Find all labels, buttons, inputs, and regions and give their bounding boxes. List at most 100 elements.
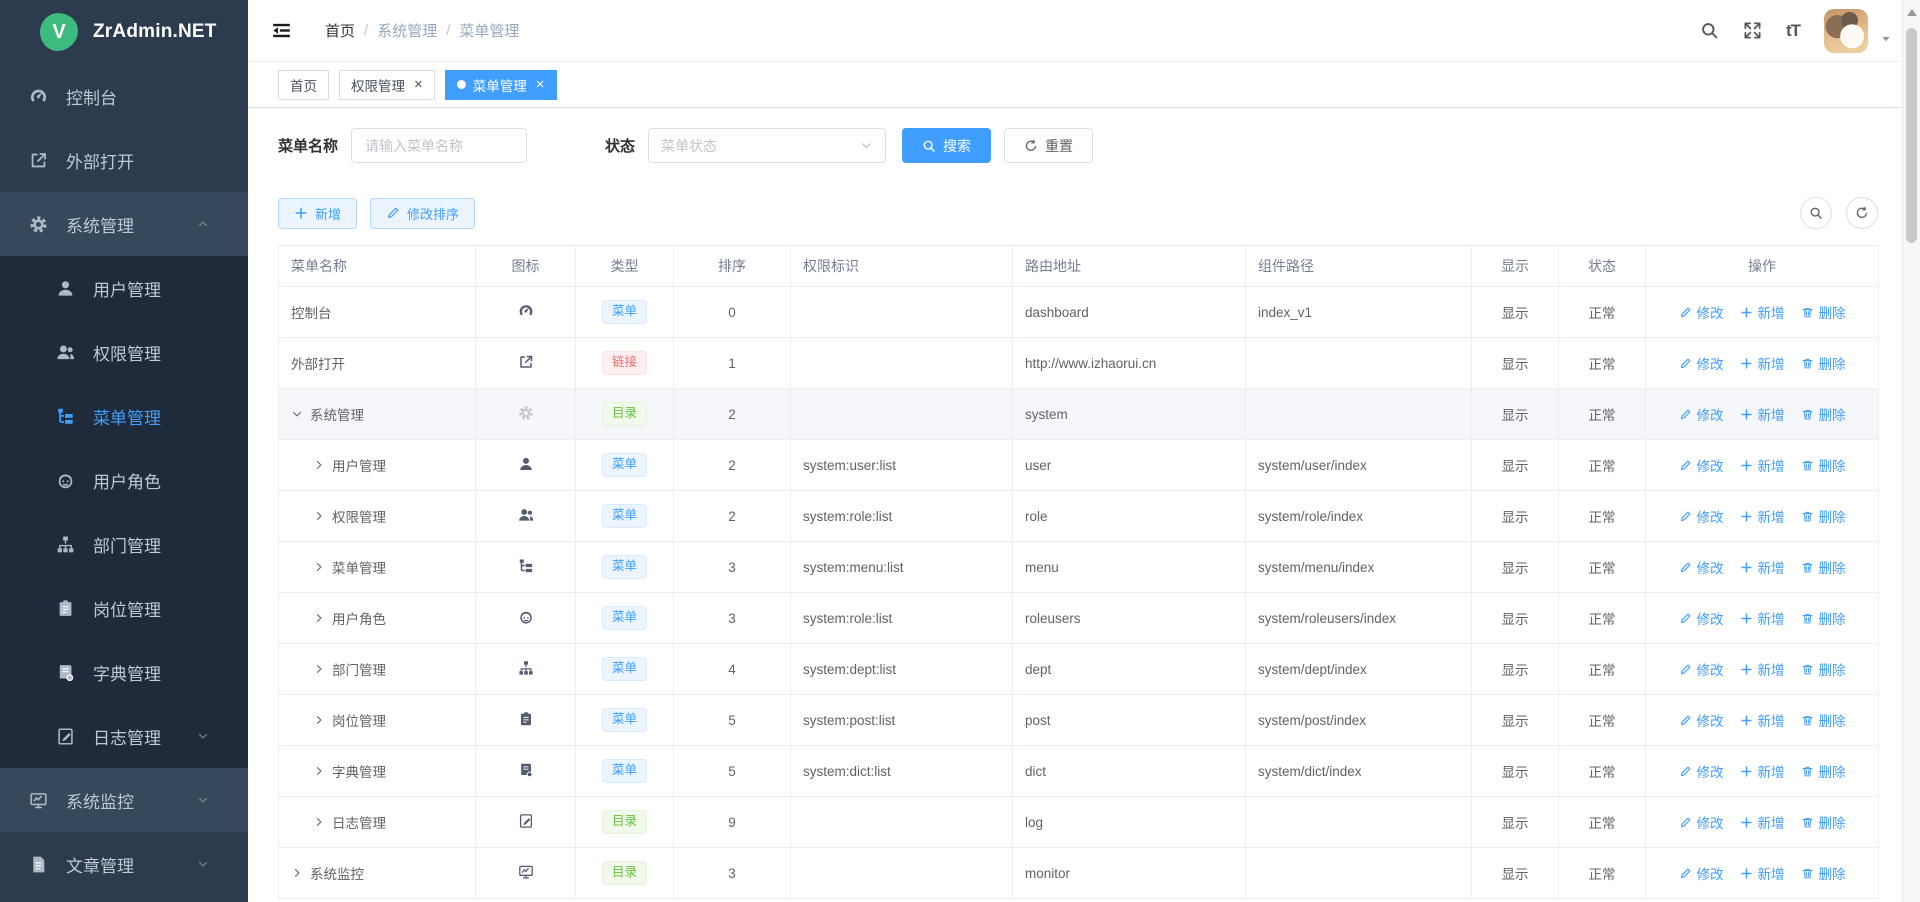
scrollbar-thumb[interactable] bbox=[1906, 28, 1917, 243]
row-edit-action[interactable]: 修改 bbox=[1679, 353, 1724, 373]
scrollbar[interactable] bbox=[1902, 0, 1920, 902]
dashboard-icon bbox=[518, 303, 534, 319]
row-delete-action[interactable]: 删除 bbox=[1801, 506, 1846, 526]
type-badge: 链接 bbox=[602, 351, 647, 375]
row-edit-action[interactable]: 修改 bbox=[1679, 302, 1724, 322]
edit-sort-button[interactable]: 修改排序 bbox=[370, 198, 475, 229]
refresh-button[interactable] bbox=[1846, 197, 1878, 229]
cell-perms: system:role:list bbox=[791, 491, 1013, 542]
tab-label: 首页 bbox=[290, 75, 317, 95]
row-edit-action[interactable]: 修改 bbox=[1679, 812, 1724, 832]
column-header: 组件路径 bbox=[1246, 246, 1472, 287]
delete-icon bbox=[1801, 459, 1814, 472]
row-plus-action[interactable]: 新增 bbox=[1740, 659, 1785, 679]
row-delete-action[interactable]: 删除 bbox=[1801, 863, 1846, 883]
tab-首页[interactable]: 首页 bbox=[278, 70, 329, 100]
cell-menu-name: 系统监控 bbox=[279, 848, 476, 899]
cell-component bbox=[1246, 389, 1472, 440]
row-plus-action[interactable]: 新增 bbox=[1740, 404, 1785, 424]
row-delete-action[interactable]: 删除 bbox=[1801, 659, 1846, 679]
row-plus-action[interactable]: 新增 bbox=[1740, 557, 1785, 577]
show-search-button[interactable] bbox=[1800, 197, 1832, 229]
status-select[interactable]: 菜单状态 bbox=[648, 128, 886, 163]
search-button[interactable]: 搜索 bbox=[902, 128, 991, 163]
cell-perms bbox=[791, 389, 1013, 440]
row-plus-action[interactable]: 新增 bbox=[1740, 761, 1785, 781]
row-plus-action[interactable]: 新增 bbox=[1740, 455, 1785, 475]
row-edit-action[interactable]: 修改 bbox=[1679, 761, 1724, 781]
tree-expand-icon[interactable] bbox=[313, 459, 325, 471]
cell-menu-name: 字典管理 bbox=[279, 746, 476, 797]
row-edit-action[interactable]: 修改 bbox=[1679, 659, 1724, 679]
row-plus-action[interactable]: 新增 bbox=[1740, 863, 1785, 883]
row-delete-action[interactable]: 删除 bbox=[1801, 353, 1846, 373]
close-icon[interactable]: × bbox=[414, 77, 423, 92]
row-plus-action[interactable]: 新增 bbox=[1740, 302, 1785, 322]
font-size-icon[interactable]: tT bbox=[1786, 21, 1800, 41]
row-edit-action[interactable]: 修改 bbox=[1679, 404, 1724, 424]
sidebar-item-外部打开[interactable]: 外部打开 bbox=[0, 128, 248, 192]
row-plus-action[interactable]: 新增 bbox=[1740, 710, 1785, 730]
sidebar-item-文章管理[interactable]: 文章管理 bbox=[0, 832, 248, 896]
cell-status: 正常 bbox=[1559, 338, 1646, 389]
row-delete-action[interactable]: 删除 bbox=[1801, 404, 1846, 424]
sidebar-item-岗位管理[interactable]: 岗位管理 bbox=[0, 576, 248, 640]
sidebar-item-部门管理[interactable]: 部门管理 bbox=[0, 512, 248, 576]
reset-button[interactable]: 重置 bbox=[1004, 128, 1093, 163]
tree-expand-icon[interactable] bbox=[313, 561, 325, 573]
status-label: 状态 bbox=[605, 135, 635, 156]
menu-name-input[interactable] bbox=[351, 128, 527, 163]
row-edit-action[interactable]: 修改 bbox=[1679, 608, 1724, 628]
row-plus-action[interactable]: 新增 bbox=[1740, 353, 1785, 373]
row-edit-action[interactable]: 修改 bbox=[1679, 710, 1724, 730]
scroll-up-icon[interactable] bbox=[1907, 9, 1917, 16]
row-delete-action[interactable]: 删除 bbox=[1801, 761, 1846, 781]
sidebar-item-控制台[interactable]: 控制台 bbox=[0, 64, 248, 128]
row-delete-action[interactable]: 删除 bbox=[1801, 455, 1846, 475]
tree-expand-icon[interactable] bbox=[291, 408, 303, 420]
add-button[interactable]: 新增 bbox=[278, 198, 357, 229]
row-edit-action[interactable]: 修改 bbox=[1679, 863, 1724, 883]
row-delete-action[interactable]: 删除 bbox=[1801, 812, 1846, 832]
tree-expand-icon[interactable] bbox=[313, 765, 325, 777]
cell-status: 正常 bbox=[1559, 695, 1646, 746]
sidebar-item-菜单管理[interactable]: 菜单管理 bbox=[0, 384, 248, 448]
row-delete-action[interactable]: 删除 bbox=[1801, 302, 1846, 322]
tree-expand-icon[interactable] bbox=[313, 663, 325, 675]
row-edit-action[interactable]: 修改 bbox=[1679, 557, 1724, 577]
tree-expand-icon[interactable] bbox=[313, 714, 325, 726]
tree-expand-icon[interactable] bbox=[313, 612, 325, 624]
tree-expand-icon[interactable] bbox=[313, 510, 325, 522]
type-badge: 菜单 bbox=[602, 657, 647, 681]
search-icon[interactable] bbox=[1700, 21, 1719, 40]
robot-icon bbox=[518, 609, 534, 625]
sidebar-item-系统管理[interactable]: 系统管理 bbox=[0, 192, 248, 256]
caret-down-icon[interactable] bbox=[1880, 33, 1892, 45]
tab-权限管理[interactable]: 权限管理× bbox=[339, 70, 435, 100]
tree-expand-icon[interactable] bbox=[313, 816, 325, 828]
menu-fold-icon[interactable] bbox=[272, 21, 291, 40]
row-plus-action[interactable]: 新增 bbox=[1740, 608, 1785, 628]
sidebar-item-日志管理[interactable]: 日志管理 bbox=[0, 704, 248, 768]
row-delete-action[interactable]: 删除 bbox=[1801, 557, 1846, 577]
breadcrumb-home[interactable]: 首页 bbox=[325, 20, 355, 41]
row-edit-action[interactable]: 修改 bbox=[1679, 455, 1724, 475]
tab-菜单管理[interactable]: 菜单管理× bbox=[445, 70, 557, 100]
avatar[interactable] bbox=[1824, 9, 1868, 53]
fullscreen-icon[interactable] bbox=[1743, 21, 1762, 40]
sidebar-item-字典管理[interactable]: 字典管理 bbox=[0, 640, 248, 704]
row-delete-action[interactable]: 删除 bbox=[1801, 608, 1846, 628]
sidebar-item-用户管理[interactable]: 用户管理 bbox=[0, 256, 248, 320]
plus-icon bbox=[1740, 357, 1753, 370]
close-icon[interactable]: × bbox=[536, 77, 545, 92]
row-plus-action[interactable]: 新增 bbox=[1740, 812, 1785, 832]
sidebar-item-权限管理[interactable]: 权限管理 bbox=[0, 320, 248, 384]
sidebar-item-用户角色[interactable]: 用户角色 bbox=[0, 448, 248, 512]
row-delete-action[interactable]: 删除 bbox=[1801, 710, 1846, 730]
sidebar-item-系统监控[interactable]: 系统监控 bbox=[0, 768, 248, 832]
brand[interactable]: V ZrAdmin.NET bbox=[0, 0, 248, 64]
row-edit-action[interactable]: 修改 bbox=[1679, 506, 1724, 526]
tree-expand-icon[interactable] bbox=[291, 867, 303, 879]
delete-icon bbox=[1801, 663, 1814, 676]
row-plus-action[interactable]: 新增 bbox=[1740, 506, 1785, 526]
